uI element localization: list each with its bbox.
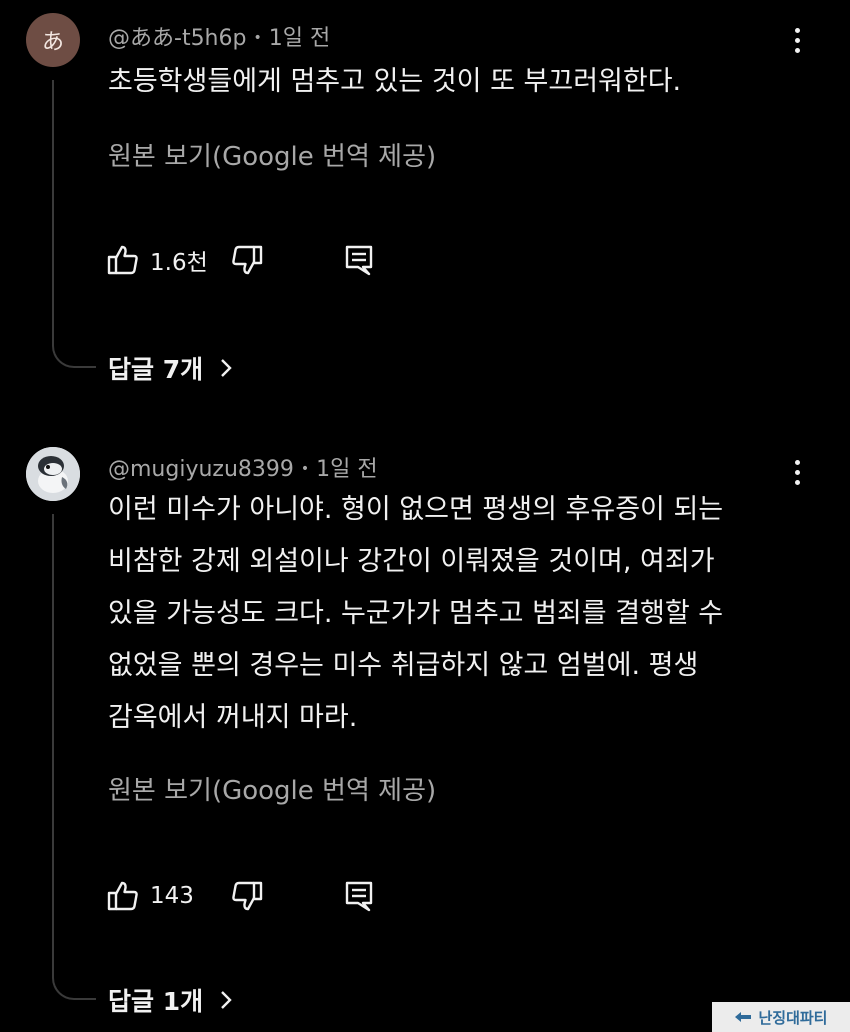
avatar[interactable] [26,447,80,501]
more-vert-icon[interactable] [793,28,801,54]
watermark: 난징대파티 [712,1002,850,1032]
reply-button[interactable] [344,876,374,916]
reply-button[interactable] [344,240,374,280]
reply-comment-icon [345,881,373,912]
comment-text: 이런 미수가 아니야. 형이 없으면 평생의 후유증이 되는 비참한 강제 외설… [108,484,808,744]
comment-1: あ @ああ-t5h6p • 1일 전 초등학생들에게 멈추고 있는 것이 또 부끄러… [0,0,850,400]
thumb-up-icon [107,245,138,275]
comment-text-line: 비참한 강제 외설이나 강간이 이뤄졌을 것이며, 여죄가 [108,546,715,577]
thread-line [52,80,96,368]
comment-2: @mugiyuzu8399 • 1일 전 이런 미수가 아니야. 형이 없으면 평생… [0,432,850,1032]
author-name[interactable]: @ああ-t5h6p [108,26,246,51]
avatar-initial: あ [41,30,64,55]
thumb-down-icon [232,881,263,911]
thread-line [52,514,96,1000]
bird-avatar-image [26,447,80,501]
comment-meta: @ああ-t5h6p • 1일 전 [108,20,330,52]
view-replies-button[interactable]: 답글 7개 [108,350,233,386]
comment-text: 초등학생들에게 멈추고 있는 것이 또 부끄러워한다. [108,66,682,97]
more-vert-icon[interactable] [793,460,801,486]
comment-text-line: 이런 미수가 아니야. 형이 없으면 평생의 후유증이 되는 [108,494,724,525]
comment-meta: @mugiyuzu8399 • 1일 전 [108,451,378,483]
avatar[interactable]: あ [26,13,80,67]
watermark-logo-icon [735,1012,752,1022]
comment-time: 1일 전 [268,26,331,51]
comment-actions: 143 [106,876,406,916]
author-name[interactable]: @mugiyuzu8399 [108,457,294,482]
like-button[interactable]: 1.6천 [106,240,208,280]
reply-comment-icon [345,245,373,276]
watermark-text: 난징대파티 [758,1008,828,1027]
comment-text-line: 감옥에서 꺼내지 마라. [108,702,358,733]
comment-text-line: 없었을 뿐의 경우는 미수 취급하지 않고 엄벌에. 평생 [108,650,699,681]
comment-actions: 1.6천 [106,240,406,280]
see-original-link[interactable]: 원본 보기(Google 번역 제공) [108,770,436,807]
chevron-right-icon [221,991,232,1009]
view-replies-button[interactable]: 답글 1개 [108,982,233,1018]
thumb-up-icon [107,881,138,911]
like-count: 1.6천 [150,250,208,276]
like-button[interactable]: 143 [106,876,194,916]
chevron-right-icon [221,359,232,377]
separator-dot: • [253,30,262,46]
comment-time: 1일 전 [316,457,378,482]
separator-dot: • [300,461,310,477]
comment-text-line: 있을 가능성도 크다. 누군가가 멈추고 범죄를 결행할 수 [108,598,724,629]
see-original-link[interactable]: 원본 보기(Google 번역 제공) [108,136,436,173]
replies-label: 답글 1개 [108,987,204,1016]
thumb-down-icon [232,245,263,275]
dislike-button[interactable] [230,876,264,916]
dislike-button[interactable] [230,240,264,280]
like-count: 143 [150,883,194,909]
replies-label: 답글 7개 [108,355,204,384]
